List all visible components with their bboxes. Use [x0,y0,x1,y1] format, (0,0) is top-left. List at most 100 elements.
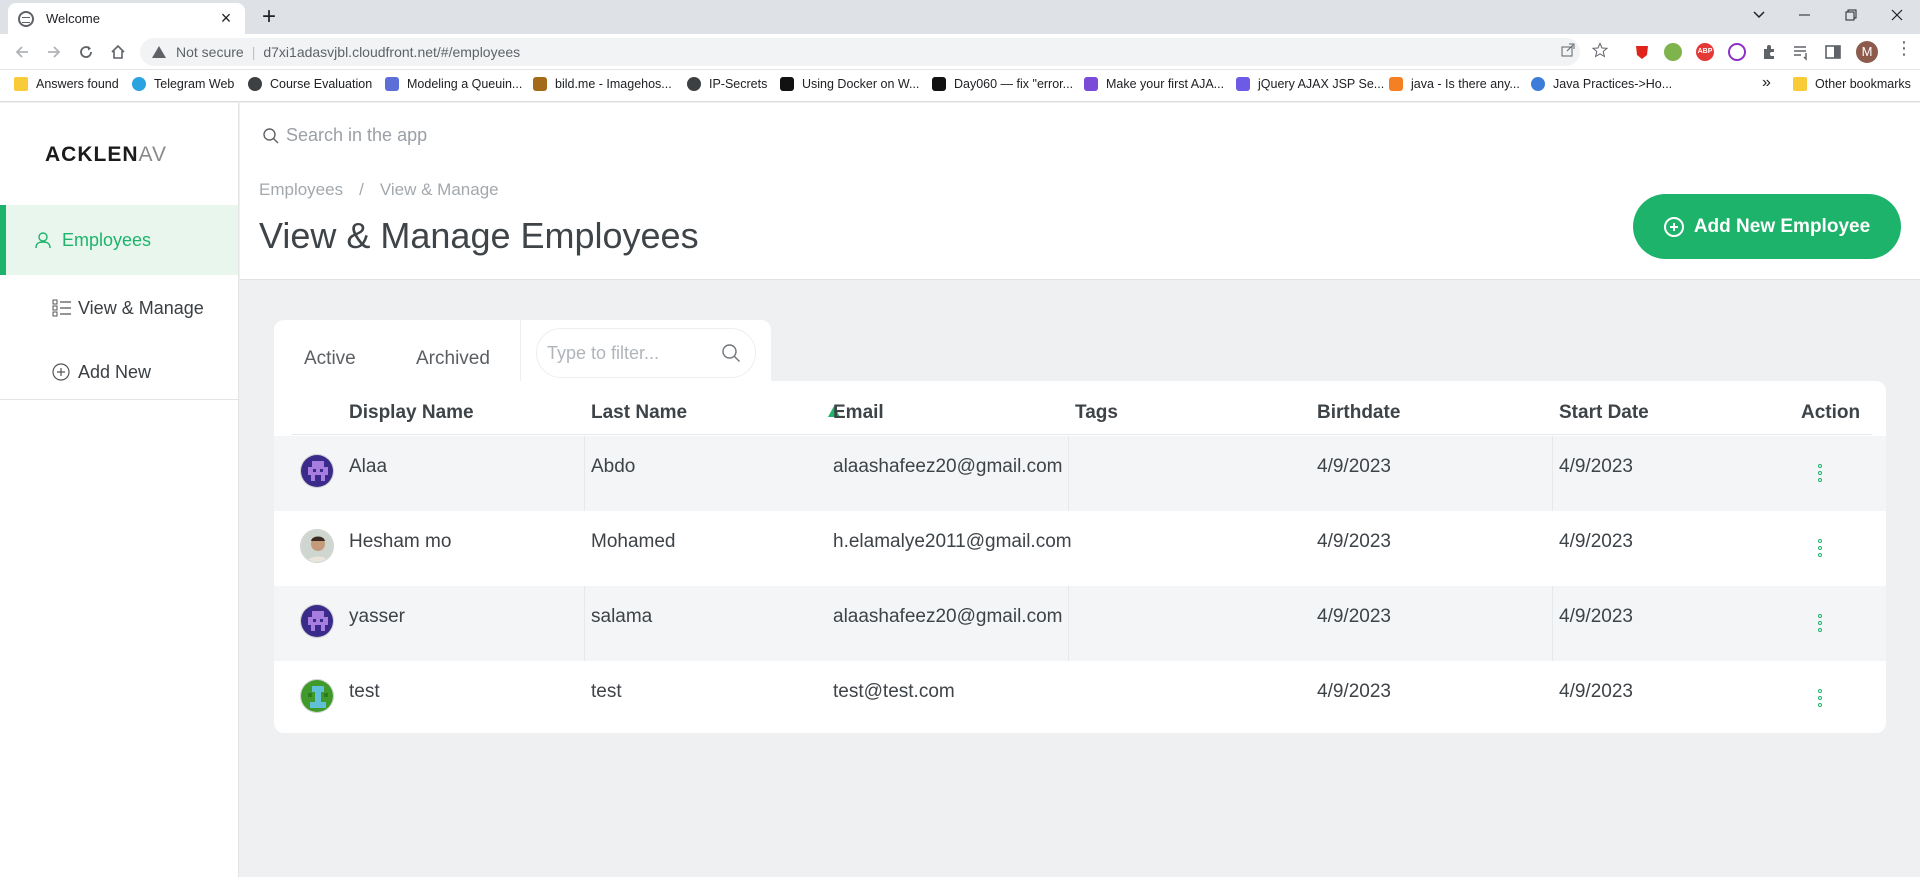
globe-icon [687,77,701,91]
sidebar-item-view-manage[interactable]: View & Manage [0,285,238,331]
bookmark-item[interactable]: jQuery AJAX JSP Se... [1236,77,1384,91]
bookmark-star-icon[interactable] [1591,42,1609,62]
cell-last-name: Abdo [591,456,636,477]
adblock-icon[interactable]: ABP [1696,43,1714,61]
plus-circle-icon [52,363,70,381]
close-tab-icon[interactable]: × [217,8,235,29]
bookmark-item[interactable]: Answers found [14,77,119,91]
dd-icon [1236,77,1250,91]
sidebar-item-add-new[interactable]: Add New [0,349,238,395]
search-icon[interactable] [721,343,741,368]
table-row[interactable]: yasser salama alaashafeez20@gmail.com 4/… [274,586,1886,661]
minimize-icon[interactable] [1782,0,1828,30]
table-row[interactable]: Hesham mo Mohamed h.elamalye2011@gmail.c… [274,511,1886,586]
reload-icon[interactable] [72,38,100,66]
bookmark-item[interactable]: Java Practices->Ho... [1531,77,1672,91]
telegram-icon [132,77,146,91]
restore-icon[interactable] [1828,0,1874,30]
column-header-last-name[interactable]: Last Name [591,402,687,424]
new-tab-button[interactable]: + [254,4,284,32]
column-header-display-name[interactable]: Display Name [349,402,474,424]
cell-display-name: Hesham mo [349,531,452,552]
user-icon [34,231,52,249]
avatar [300,529,334,563]
brave-shield-icon[interactable] [1633,43,1651,61]
profile-avatar[interactable]: M [1856,41,1878,63]
add-new-employee-button[interactable]: Add New Employee [1633,194,1901,259]
bookmark-item[interactable]: Modeling a Queuin... [385,77,522,91]
avatar [300,679,334,713]
table-row[interactable]: test test test@test.com 4/9/2023 4/9/202… [274,661,1886,736]
column-header-tags[interactable]: Tags [1075,402,1118,424]
search-input[interactable]: Search in the app [286,125,427,146]
not-secure-label: Not secure [176,44,244,60]
other-bookmarks[interactable]: Other bookmarks [1793,77,1911,91]
breadcrumb: Employees / View & Manage [259,180,499,200]
forward-icon[interactable] [40,38,68,66]
bookmark-label: IP-Secrets [709,77,768,91]
bookmark-item[interactable]: Telegram Web [132,77,234,91]
row-actions-icon[interactable] [1817,539,1823,557]
warning-icon [152,46,166,58]
share-icon[interactable] [1560,42,1576,62]
table-header: Display Name Last Name Email Tags Birthd… [292,381,1872,435]
reading-list-icon[interactable] [1792,43,1810,61]
back-icon[interactable] [8,38,36,66]
bookmark-item[interactable]: Make your first AJA... [1084,77,1224,91]
more-bookmarks-button[interactable]: » [1762,74,1771,92]
extensions-icon[interactable] [1760,43,1778,61]
column-separator [1552,586,1553,661]
menu-kebab-icon[interactable]: ⋮ [1895,38,1913,59]
close-window-icon[interactable] [1874,0,1920,30]
sidebar: ACKLENAV Employees View & Manage Add New [0,103,239,877]
bookmark-label: Make your first AJA... [1106,77,1225,91]
cell-display-name: Alaa [349,456,388,477]
home-icon[interactable] [104,38,132,66]
column-separator [1068,436,1069,511]
column-header-birthdate[interactable]: Birthdate [1317,402,1400,424]
bookmark-label: Day060 — fix "error... [954,77,1074,91]
globe-extension-icon[interactable] [1664,43,1682,61]
list-icon [52,299,72,317]
tab-active[interactable]: Active [304,348,356,370]
bookmark-item[interactable]: bild.me - Imagehos... [533,77,672,91]
other-bookmarks-label: Other bookmarks [1815,77,1911,91]
column-header-start-date[interactable]: Start Date [1559,402,1649,424]
breadcrumb-parent[interactable]: Employees [259,180,343,199]
tab-archived[interactable]: Archived [416,348,490,370]
bookmark-label: Using Docker on W... [802,77,920,91]
side-panel-icon[interactable] [1824,43,1842,61]
filter-placeholder: Type to filter... [547,342,660,363]
url-field[interactable]: Not secure | d7xi1adasvjbl.cloudfront.ne… [140,38,1580,66]
bookmark-label: Telegram Web [154,77,235,91]
app-logo[interactable]: ACKLENAV [45,143,167,167]
address-bar: Not secure | d7xi1adasvjbl.cloudfront.ne… [0,34,1920,70]
folder-icon [1793,77,1807,91]
table-row[interactable]: Alaa Abdo alaashafeez20@gmail.com 4/9/20… [274,436,1886,511]
cell-birthdate: 4/9/2023 [1317,456,1391,477]
cell-start-date: 4/9/2023 [1559,681,1633,702]
page-header: Employees / View & Manage View & Manage Em… [240,173,1920,280]
logo-text-faded: AV [138,143,167,166]
cell-birthdate: 4/9/2023 [1317,531,1391,552]
bookmark-item[interactable]: java - Is there any... [1389,77,1520,91]
cell-email: h.elamalye2011@gmail.com [833,531,1072,552]
column-header-email[interactable]: Email [833,402,884,424]
filter-input[interactable]: Type to filter... [536,328,756,378]
bookmark-item[interactable]: Course Evaluation [248,77,372,91]
row-actions-icon[interactable] [1817,464,1823,482]
browser-tab[interactable]: Welcome × [8,3,245,34]
bookmark-item[interactable]: IP-Secrets [687,77,767,91]
column-separator [1068,586,1069,661]
cell-display-name: yasser [349,606,405,627]
row-actions-icon[interactable] [1817,614,1823,632]
app-search[interactable]: Search in the app [262,125,427,146]
sidebar-item-employees[interactable]: Employees [0,205,238,275]
tab-search-icon[interactable] [1736,0,1782,30]
url-text: d7xi1adasvjbl.cloudfront.net/#/employees [263,44,521,60]
bookmark-item[interactable]: Using Docker on W... [780,77,919,91]
row-actions-icon[interactable] [1817,689,1823,707]
block-extension-icon[interactable] [1728,43,1746,61]
bookmark-item[interactable]: Day060 — fix "error... [932,77,1073,91]
cell-birthdate: 4/9/2023 [1317,606,1391,627]
